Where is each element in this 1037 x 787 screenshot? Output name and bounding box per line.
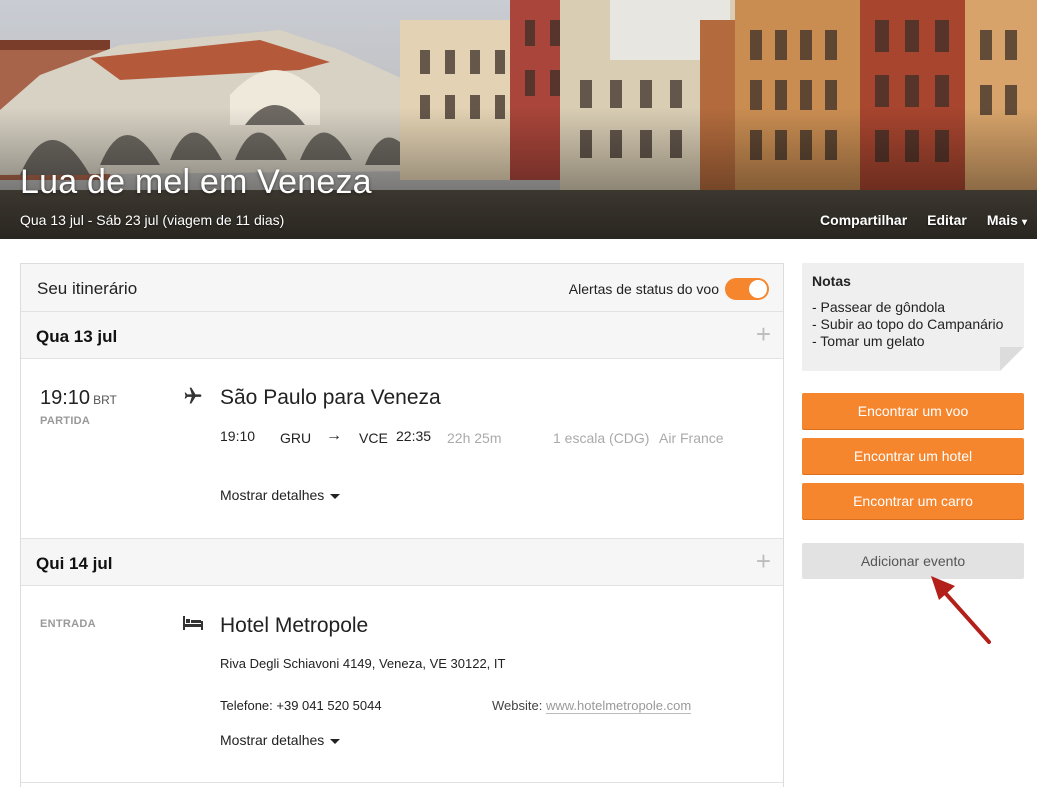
page-fold-corner: [1000, 347, 1024, 371]
trip-hero-banner: Lua de mel em Veneza Qua 13 jul - Sáb 23…: [0, 0, 1037, 239]
flight-stops: 1 escala (CDG): [553, 430, 650, 446]
hotel-website: Website: www.hotelmetropole.com: [492, 698, 692, 714]
arrive-time: 22:35: [396, 428, 432, 444]
hotel-phone: Telefone: +39 041 520 5044: [220, 698, 382, 713]
phone-number: +39 041 520 5044: [276, 698, 382, 713]
destination-airport: VCE: [359, 430, 388, 446]
find-hotel-button[interactable]: Encontrar um hotel: [802, 438, 1024, 474]
note-item: - Tomar um gelato: [812, 333, 925, 349]
find-flight-button[interactable]: Encontrar um voo: [802, 393, 1024, 429]
trip-dates: Qua 13 jul - Sáb 23 jul (viagem de 11 di…: [20, 212, 285, 228]
more-menu[interactable]: Mais ▾: [987, 212, 1027, 228]
airline: Air France: [659, 430, 724, 446]
share-link[interactable]: Compartilhar: [820, 212, 907, 228]
flight-alerts-label: Alertas de status do voo: [568, 281, 719, 297]
show-details-label: Mostrar detalhes: [220, 487, 325, 503]
airplane-icon: [183, 386, 203, 411]
note-item: - Subir ao topo do Campanário: [812, 316, 1004, 332]
day-header: Qui 14 jul +: [21, 539, 783, 586]
flight-duration: 22h 25m: [447, 430, 502, 446]
hotel-title: Hotel Metropole: [220, 614, 369, 637]
caret-down-icon: ▾: [1021, 217, 1027, 228]
phone-label: Telefone:: [220, 698, 273, 713]
trip-actions: Compartilhar Editar Mais ▾: [800, 212, 1027, 228]
day-label: Qua 13 jul: [36, 327, 118, 346]
event-time: 19:10 BRT: [40, 387, 117, 410]
itinerary-panel: Seu itinerário Alertas de status do voo …: [20, 263, 784, 787]
annotation-arrow-icon: [931, 576, 991, 644]
flight-alerts: Alertas de status do voo: [569, 278, 769, 300]
find-car-button[interactable]: Encontrar um carro: [802, 483, 1024, 519]
trip-title: Lua de mel em Veneza: [20, 163, 372, 201]
add-item-plus-icon[interactable]: +: [756, 548, 771, 574]
hotel-address: Riva Degli Schiavoni 4149, Veneza, VE 30…: [220, 656, 506, 671]
caret-down-icon: [330, 738, 341, 744]
venice-photo: [0, 0, 1037, 239]
website-label: Website:: [492, 698, 543, 713]
toggle-knob: [749, 280, 767, 298]
notes-list: - Passear de gôndola - Subir ao topo do …: [812, 299, 1003, 350]
note-item: - Passear de gôndola: [812, 299, 946, 315]
itinerary-header: Seu itinerário Alertas de status do voo: [21, 264, 783, 312]
bed-icon: [183, 616, 203, 635]
flight-event: 19:10 BRT PARTIDA São Paulo para Veneza 1…: [21, 359, 783, 539]
flight-alerts-toggle[interactable]: [725, 278, 769, 300]
arrow-right-icon: →: [326, 427, 342, 444]
add-item-plus-icon[interactable]: +: [756, 321, 771, 347]
notes-title: Notas: [812, 273, 851, 289]
more-label: Mais: [986, 212, 1018, 228]
notes-card[interactable]: Notas - Passear de gôndola - Subir ao to…: [802, 263, 1024, 371]
event-timezone: BRT: [93, 393, 117, 407]
event-time-value: 19:10: [40, 387, 91, 409]
origin-airport: GRU: [280, 430, 312, 446]
depart-time: 19:10: [220, 428, 256, 444]
show-details-link[interactable]: Mostrar detalhes: [220, 732, 341, 748]
flight-title: São Paulo para Veneza: [220, 386, 441, 409]
website-link[interactable]: www.hotelmetropole.com: [545, 698, 692, 714]
event-kind: PARTIDA: [40, 415, 91, 427]
day-header: Qua 13 jul +: [21, 312, 783, 359]
caret-down-icon: [330, 493, 341, 499]
hotel-event: ENTRADA Hotel Metropole Riva Degli Schia…: [21, 586, 783, 783]
day-label: Qui 14 jul: [36, 554, 113, 573]
event-kind: ENTRADA: [40, 618, 96, 630]
show-details-label: Mostrar detalhes: [220, 732, 325, 748]
show-details-link[interactable]: Mostrar detalhes: [220, 487, 341, 503]
edit-link[interactable]: Editar: [927, 212, 967, 228]
itinerary-title: Seu itinerário: [37, 279, 138, 298]
